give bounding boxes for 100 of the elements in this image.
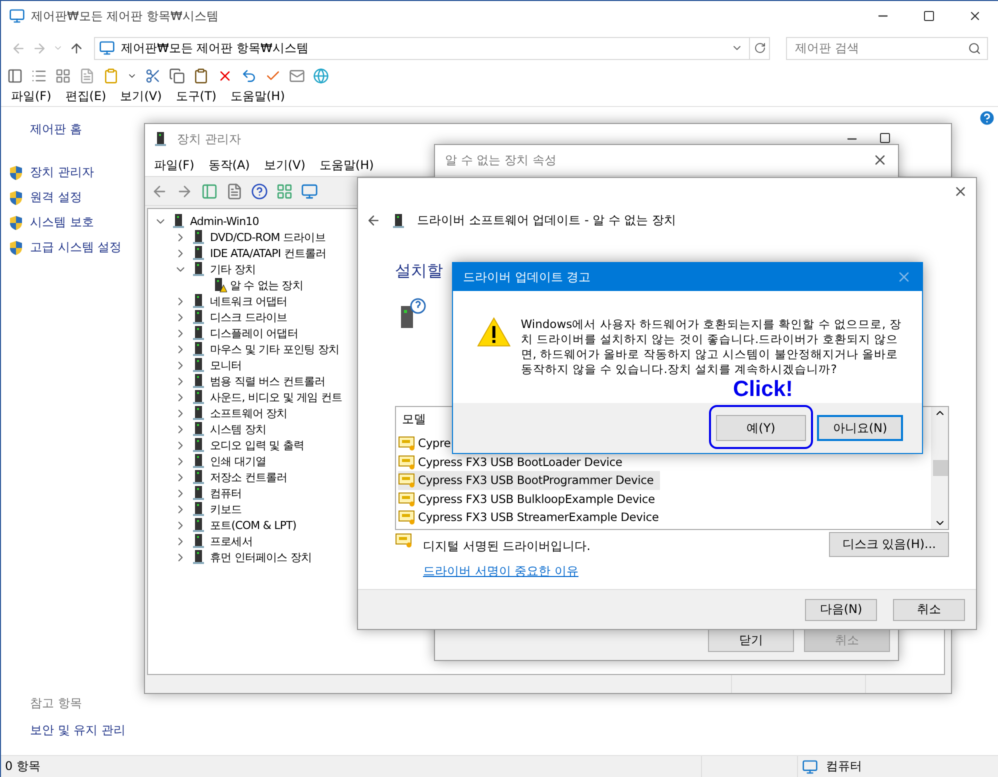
model-row[interactable]: Cypress FX3 USB BulkloopExample Device [398, 490, 661, 508]
device-icon [153, 131, 169, 147]
menu-item[interactable]: 파일(F) [11, 88, 52, 105]
help-icon[interactable] [251, 182, 268, 200]
device-icon [191, 229, 207, 245]
monitor-icon[interactable] [301, 182, 318, 200]
device-icon [191, 341, 207, 357]
menu-item[interactable]: 도구(T) [176, 88, 216, 105]
have-disk-button[interactable]: 디스크 있음(H)... [829, 532, 949, 557]
tree-item[interactable]: 사운드, 비디오 및 게임 컨트 [210, 390, 342, 404]
search-icon[interactable] [968, 42, 981, 54]
wizard-button[interactable]: 다음(N) [805, 598, 877, 620]
maximize-icon[interactable] [923, 10, 935, 22]
scrollbar-thumb[interactable] [932, 460, 948, 476]
tree-item[interactable]: 저장소 컨트롤러 [210, 470, 288, 484]
alert-button[interactable]: 예(Y) [716, 415, 806, 441]
close-icon[interactable] [968, 9, 982, 23]
sidebar-link[interactable]: 고급 시스템 설정 [30, 239, 122, 256]
up-icon[interactable] [69, 40, 84, 56]
shield-icon [8, 190, 24, 206]
tree-item[interactable]: Admin-Win10 [190, 214, 259, 228]
scissors-icon[interactable] [145, 68, 161, 84]
warning-message: Windows에서 사용자 하드웨어가 호환되는지를 확인할 수 없으므로, 장치 드라이버를 설치하지 않는 것이 좋습니다.드라이버가 호환되지 않으면, 하드웨어가 올바로 작동하지 않고 시스템이 불안정해지거나 올바로 동작하지 않을 수 있습니다.장치 설치를 계속하시겠습니까? [520, 317, 902, 377]
details-icon[interactable] [31, 68, 47, 84]
tree-item[interactable]: 인쇄 대기열 [210, 454, 266, 468]
close-icon[interactable] [953, 184, 968, 199]
sidebar-link[interactable]: 장치 관리자 [30, 164, 94, 181]
maximize-icon[interactable] [879, 132, 891, 144]
tree-item[interactable]: 알 수 없는 장치 [230, 278, 303, 292]
tree-item[interactable]: 모니터 [210, 358, 242, 372]
device-icon [191, 357, 207, 373]
menu-item[interactable]: 보기(V) [264, 156, 306, 174]
tree-item[interactable]: 디스크 드라이브 [210, 310, 288, 324]
alert-button[interactable]: 아니요(N) [817, 415, 903, 441]
sidebar-link[interactable]: 시스템 보호 [30, 214, 94, 231]
menu-item[interactable]: 도움말(H) [230, 88, 285, 105]
envelope-icon[interactable] [289, 68, 305, 84]
menu-item[interactable]: 보기(V) [120, 88, 162, 105]
device-icon [191, 261, 207, 277]
warning-icon [477, 317, 511, 347]
sidebar-link[interactable]: 제어판 홈 [1, 121, 141, 138]
tree-item[interactable]: 포트(COM & LPT) [210, 518, 296, 532]
sidebar-link[interactable]: 원격 설정 [30, 189, 82, 206]
tree-item[interactable]: 프로세서 [210, 534, 252, 548]
search-field[interactable]: 제어판 검색 [786, 36, 988, 60]
device-icon [191, 533, 207, 549]
model-row[interactable]: Cypress FX3 USB BootLoader Device [398, 452, 628, 471]
tree-item[interactable]: 휴먼 인터페이스 장치 [210, 550, 312, 564]
menu-item[interactable]: 편집(E) [65, 88, 106, 105]
clipboard-icon[interactable] [103, 68, 119, 84]
refresh-icon[interactable] [754, 42, 766, 54]
tree-item[interactable]: 컴퓨터 [210, 486, 242, 500]
status-text: 0 항목 [4, 758, 42, 775]
tree-item[interactable]: 오디오 입력 및 출력 [210, 438, 304, 452]
monitor-icon [802, 758, 818, 774]
shield-icon [8, 214, 24, 230]
back-icon[interactable] [366, 213, 381, 228]
undo-icon[interactable] [241, 68, 257, 84]
signature-link[interactable]: 드라이버 서명이 중요한 이유 [423, 563, 578, 580]
tree-item[interactable]: 기타 장치 [210, 262, 256, 276]
device-icon [191, 421, 207, 437]
tree-item[interactable]: 디스플레이 어댑터 [210, 326, 298, 340]
tree-item[interactable]: 키보드 [210, 502, 242, 516]
address-bar[interactable]: 제어판₩모든 제어판 항목₩시스템 [94, 36, 770, 60]
scrollbar[interactable] [931, 407, 948, 529]
tree-item[interactable]: 시스템 장치 [210, 422, 266, 436]
tree-item[interactable]: 네트워크 어댑터 [210, 294, 288, 308]
monitor-icon [99, 40, 115, 56]
dialog-button[interactable]: 닫기 [708, 628, 794, 652]
device-icon [191, 453, 207, 469]
monitor-icon [9, 8, 25, 24]
tree-item[interactable]: 범용 직렬 버스 컨트롤러 [210, 374, 326, 388]
device-icon [191, 293, 207, 309]
status-text: 컴퓨터 [825, 758, 862, 775]
certificate-icon [398, 472, 416, 488]
menu-item[interactable]: 도움말(H) [319, 156, 374, 174]
menu-item[interactable]: 동작(A) [208, 156, 250, 174]
paste-icon[interactable] [193, 68, 209, 84]
tree-item[interactable]: DVD/CD-ROM 드라이브 [210, 230, 326, 244]
device-icon [191, 437, 207, 453]
wizard-heading: 설치할 [395, 261, 443, 282]
properties-icon[interactable] [226, 182, 243, 200]
grid-icon[interactable] [55, 68, 71, 84]
annotation-text: Click! [733, 378, 793, 400]
shield-icon [8, 164, 24, 180]
globe-icon[interactable] [313, 68, 329, 84]
device-icon [191, 517, 207, 533]
copy-icon[interactable] [169, 68, 185, 84]
device-icon [391, 212, 407, 228]
model-row[interactable]: Cypress FX3 USB BootProgrammer Device [398, 471, 660, 490]
tree-item[interactable]: 소프트웨어 장치 [210, 406, 288, 420]
device-icon [191, 373, 207, 389]
wizard-button[interactable]: 취소 [893, 598, 965, 620]
wizard-title: 드라이버 소프트웨어 업데이트 - 알 수 없는 장치 [417, 212, 676, 229]
menu-item[interactable]: 파일(F) [154, 156, 194, 174]
shield-icon [8, 240, 24, 256]
tree-item[interactable]: IDE ATA/ATAPI 컨트롤러 [210, 246, 326, 260]
model-row[interactable]: Cypress FX3 USB StreamerExample Device [398, 508, 665, 526]
tree-item[interactable]: 마우스 및 기타 포인팅 장치 [210, 342, 339, 356]
sidebar-link[interactable]: 보안 및 유지 관리 [30, 722, 141, 739]
